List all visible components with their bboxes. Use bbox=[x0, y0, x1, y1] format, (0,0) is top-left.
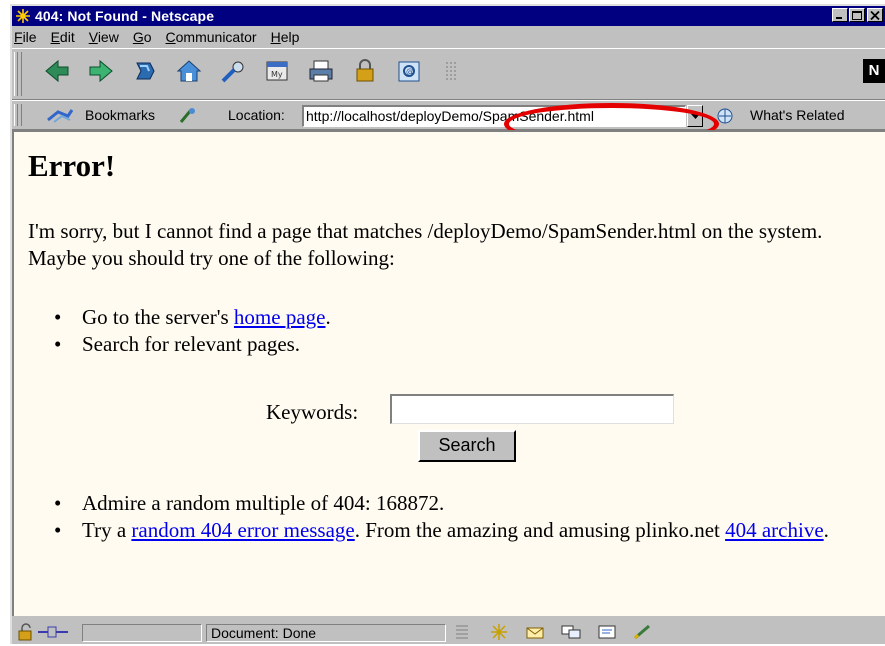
menu-file[interactable]: File bbox=[12, 29, 44, 45]
search-icon[interactable] bbox=[218, 57, 248, 85]
window-controls bbox=[831, 8, 883, 22]
minimize-button[interactable] bbox=[832, 8, 848, 22]
svg-text:@: @ bbox=[406, 67, 414, 76]
maximize-button[interactable] bbox=[849, 8, 865, 22]
toolbar-grip[interactable] bbox=[14, 104, 22, 126]
back-icon[interactable] bbox=[42, 57, 72, 85]
composer-icon[interactable] bbox=[596, 623, 618, 641]
browser-window: 404: Not Found - Netscape File Edit View… bbox=[10, 4, 885, 644]
component-bar bbox=[452, 623, 654, 641]
location-label: Location: bbox=[228, 107, 285, 123]
status-text: Document: Done bbox=[206, 624, 446, 642]
netscape-app-icon[interactable] bbox=[15, 8, 31, 24]
mail-icon[interactable] bbox=[524, 623, 546, 641]
whats-related-button[interactable]: What's Related bbox=[750, 107, 845, 123]
netscape-logo[interactable]: N bbox=[863, 59, 885, 83]
maximize-icon bbox=[852, 11, 862, 20]
progress-bar bbox=[82, 624, 202, 642]
window-title: 404: Not Found - Netscape bbox=[35, 8, 215, 24]
component-grip-icon[interactable] bbox=[452, 623, 474, 641]
menu-bar: File Edit View Go Communicator Help bbox=[12, 27, 885, 47]
print-icon[interactable] bbox=[306, 57, 336, 85]
discussion-icon[interactable] bbox=[560, 623, 582, 641]
menu-view[interactable]: View bbox=[82, 29, 126, 45]
close-button[interactable] bbox=[867, 8, 883, 22]
suggestion-list-2: Admire a random multiple of 404: 168872.… bbox=[54, 490, 874, 544]
stop-icon[interactable] bbox=[438, 57, 468, 85]
keywords-input[interactable] bbox=[390, 394, 674, 424]
menu-help[interactable]: Help bbox=[264, 29, 307, 45]
page-content: Error! I'm sorry, but I cannot find a pa… bbox=[12, 130, 885, 616]
menu-edit[interactable]: Edit bbox=[44, 29, 82, 45]
svg-text:My: My bbox=[271, 70, 283, 79]
close-icon bbox=[870, 11, 880, 20]
menu-go[interactable]: Go bbox=[126, 29, 159, 45]
status-bar: Document: Done bbox=[12, 618, 885, 646]
navigation-toolbar: My @ N bbox=[12, 48, 885, 100]
my-netscape-icon[interactable]: My bbox=[262, 57, 292, 85]
page-proxy-icon[interactable] bbox=[178, 107, 196, 125]
security-icon[interactable] bbox=[350, 57, 380, 85]
shop-icon[interactable]: @ bbox=[394, 57, 424, 85]
bookmarks-icon[interactable] bbox=[46, 106, 76, 126]
home-page-link[interactable]: home page bbox=[234, 305, 326, 329]
suggestion-list: Go to the server's home page. Search for… bbox=[54, 304, 331, 358]
random-404-link[interactable]: random 404 error message bbox=[131, 518, 354, 542]
list-item: Search for relevant pages. bbox=[54, 331, 331, 358]
title-bar[interactable]: 404: Not Found - Netscape bbox=[12, 6, 885, 26]
error-message: I'm sorry, but I cannot find a page that… bbox=[28, 219, 823, 270]
edit-pen-icon[interactable] bbox=[632, 623, 654, 641]
page-heading: Error! bbox=[28, 148, 116, 183]
list-item: Go to the server's home page. bbox=[54, 304, 331, 331]
security-lock-icon[interactable] bbox=[16, 623, 36, 641]
navigator-icon[interactable] bbox=[488, 623, 510, 641]
forward-icon[interactable] bbox=[86, 57, 116, 85]
location-toolbar: Bookmarks Location: http://localhost/dep… bbox=[12, 100, 885, 145]
bookmarks-button[interactable]: Bookmarks bbox=[85, 107, 155, 123]
keywords-label: Keywords: bbox=[266, 400, 359, 424]
home-icon[interactable] bbox=[174, 57, 204, 85]
404-archive-link[interactable]: 404 archive bbox=[725, 518, 824, 542]
toolbar-grip[interactable] bbox=[14, 52, 22, 96]
online-status-icon[interactable] bbox=[38, 625, 68, 639]
minimize-icon bbox=[836, 17, 842, 19]
reload-icon[interactable] bbox=[130, 57, 160, 85]
menu-communicator[interactable]: Communicator bbox=[159, 29, 264, 45]
search-button[interactable]: Search bbox=[418, 430, 516, 462]
list-item: Try a random 404 error message. From the… bbox=[54, 517, 874, 544]
list-item: Admire a random multiple of 404: 168872. bbox=[54, 490, 874, 517]
